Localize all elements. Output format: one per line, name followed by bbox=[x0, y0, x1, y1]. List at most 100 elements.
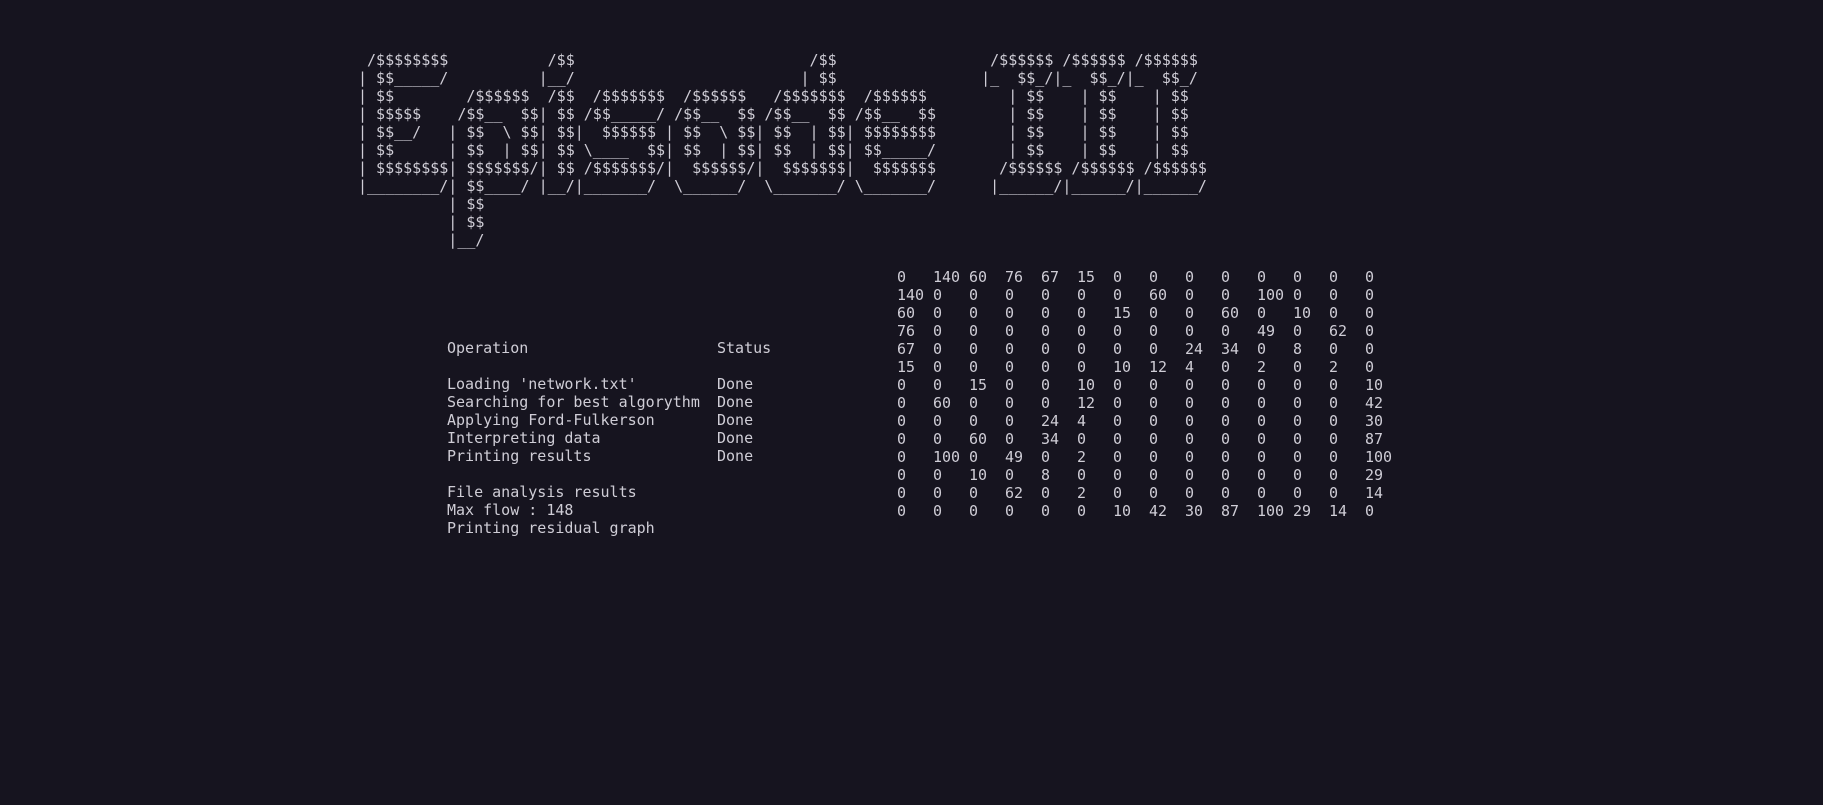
matrix-cell: 42 bbox=[1149, 502, 1168, 520]
matrix-cell: 0 bbox=[933, 376, 943, 394]
matrix-cell: 0 bbox=[1041, 448, 1051, 466]
matrix-cell: 49 bbox=[1257, 322, 1276, 340]
matrix-cell: 0 bbox=[1005, 286, 1015, 304]
matrix-cell: 0 bbox=[1077, 430, 1087, 448]
operation-name: Applying Ford-Fulkerson bbox=[447, 411, 655, 429]
operation-name: Printing results bbox=[447, 447, 592, 465]
matrix-cell: 0 bbox=[1005, 358, 1015, 376]
matrix-cell: 10 bbox=[1077, 376, 1096, 394]
matrix-cell: 62 bbox=[1005, 484, 1024, 502]
matrix-cell: 0 bbox=[1077, 502, 1087, 520]
matrix-cell: 0 bbox=[969, 394, 979, 412]
matrix-cell: 0 bbox=[1221, 286, 1231, 304]
operation-panel: Operation Status Loading 'network.txt' D… bbox=[447, 339, 837, 537]
matrix-cell: 0 bbox=[1185, 394, 1195, 412]
matrix-cell: 87 bbox=[1221, 502, 1240, 520]
matrix-cell: 0 bbox=[1041, 394, 1051, 412]
matrix-row: 60 0 0 0 0 0 15 0 0 60 0 10 0 0 bbox=[897, 304, 1401, 322]
matrix-cell: 0 bbox=[1329, 376, 1339, 394]
matrix-cell: 0 bbox=[1077, 340, 1087, 358]
matrix-cell: 0 bbox=[1113, 484, 1123, 502]
matrix-cell: 60 bbox=[1221, 304, 1240, 322]
matrix-cell: 0 bbox=[1005, 466, 1015, 484]
matrix-cell: 100 bbox=[1257, 286, 1285, 304]
matrix-cell: 0 bbox=[1149, 376, 1159, 394]
matrix-cell: 0 bbox=[969, 340, 979, 358]
matrix-cell: 0 bbox=[1221, 484, 1231, 502]
matrix-cell: 0 bbox=[1041, 484, 1051, 502]
matrix-cell: 0 bbox=[1185, 484, 1195, 502]
operation-name: Searching for best algorythm bbox=[447, 393, 700, 411]
matrix-cell: 0 bbox=[933, 340, 943, 358]
matrix-cell: 0 bbox=[1365, 286, 1375, 304]
matrix-cell: 0 bbox=[1041, 286, 1051, 304]
operation-name: Loading 'network.txt' bbox=[447, 375, 637, 393]
matrix-cell: 0 bbox=[933, 502, 943, 520]
matrix-cell: 0 bbox=[1077, 358, 1087, 376]
matrix-row: 0 0 10 0 8 0 0 0 0 0 0 0 0 29 bbox=[897, 466, 1401, 484]
matrix-cell: 0 bbox=[969, 484, 979, 502]
matrix-cell: 12 bbox=[1149, 358, 1168, 376]
matrix-cell: 0 bbox=[969, 358, 979, 376]
matrix-cell: 0 bbox=[1257, 340, 1267, 358]
matrix-cell: 0 bbox=[1293, 448, 1303, 466]
matrix-cell: 0 bbox=[1041, 322, 1051, 340]
matrix-cell: 8 bbox=[1041, 466, 1051, 484]
matrix-cell: 0 bbox=[897, 484, 907, 502]
matrix-cell: 0 bbox=[1329, 286, 1339, 304]
matrix-cell: 0 bbox=[1149, 304, 1159, 322]
matrix-cell: 0 bbox=[969, 412, 979, 430]
operation-table-header: Operation Status bbox=[447, 339, 837, 357]
matrix-cell: 0 bbox=[1329, 340, 1339, 358]
matrix-cell: 0 bbox=[1257, 376, 1267, 394]
matrix-cell: 0 bbox=[1329, 268, 1339, 286]
matrix-cell: 0 bbox=[1293, 430, 1303, 448]
matrix-cell: 0 bbox=[1221, 466, 1231, 484]
matrix-cell: 0 bbox=[1293, 376, 1303, 394]
matrix-cell: 15 bbox=[1113, 304, 1132, 322]
max-flow-result: Max flow : 148 bbox=[447, 501, 574, 519]
terminal-window[interactable]: /$$$$$$$$ /$$ /$$ /$$$$$$ /$$$$$$ /$$$$$… bbox=[0, 0, 1823, 805]
matrix-cell: 0 bbox=[1293, 322, 1303, 340]
matrix-cell: 0 bbox=[933, 466, 943, 484]
matrix-cell: 0 bbox=[969, 448, 979, 466]
matrix-cell: 0 bbox=[1221, 268, 1231, 286]
matrix-cell: 0 bbox=[933, 304, 943, 322]
matrix-cell: 0 bbox=[897, 376, 907, 394]
matrix-cell: 10 bbox=[1113, 502, 1132, 520]
matrix-cell: 0 bbox=[1005, 394, 1015, 412]
matrix-cell: 42 bbox=[1365, 394, 1384, 412]
matrix-cell: 0 bbox=[1041, 376, 1051, 394]
matrix-cell: 2 bbox=[1257, 358, 1267, 376]
matrix-cell: 0 bbox=[897, 268, 907, 286]
matrix-cell: 2 bbox=[1329, 358, 1339, 376]
matrix-cell: 0 bbox=[933, 484, 943, 502]
matrix-cell: 30 bbox=[1185, 502, 1204, 520]
matrix-cell: 14 bbox=[1329, 502, 1348, 520]
matrix-cell: 140 bbox=[897, 286, 925, 304]
matrix-cell: 0 bbox=[1185, 412, 1195, 430]
matrix-cell: 24 bbox=[1185, 340, 1204, 358]
matrix-cell: 10 bbox=[1365, 376, 1384, 394]
matrix-row: 15 0 0 0 0 0 10 12 4 0 2 0 2 0 bbox=[897, 358, 1401, 376]
residual-matrix: 0 140 60 76 67 15 0 0 0 0 0 0 0 0 140 0 0 0 0 0 0 60 0 0 100 0 0 0 6… bbox=[897, 268, 1401, 520]
matrix-row: 0 60 0 0 0 12 0 0 0 0 0 0 0 42 bbox=[897, 394, 1401, 412]
matrix-cell: 0 bbox=[1185, 286, 1195, 304]
matrix-cell: 0 bbox=[1257, 448, 1267, 466]
matrix-cell: 60 bbox=[1149, 286, 1168, 304]
matrix-cell: 4 bbox=[1077, 412, 1087, 430]
operation-row: Searching for best algorythm Done bbox=[447, 393, 837, 411]
ascii-banner: /$$$$$$$$ /$$ /$$ /$$$$$$ /$$$$$$ /$$$$$… bbox=[358, 51, 1207, 249]
matrix-cell: 0 bbox=[1293, 466, 1303, 484]
matrix-cell: 67 bbox=[1041, 268, 1060, 286]
matrix-cell: 0 bbox=[1113, 448, 1123, 466]
matrix-cell: 0 bbox=[1149, 448, 1159, 466]
matrix-cell: 0 bbox=[1005, 430, 1015, 448]
matrix-cell: 0 bbox=[1113, 340, 1123, 358]
operation-column-header: Operation bbox=[447, 339, 529, 357]
matrix-cell: 0 bbox=[1077, 466, 1087, 484]
matrix-cell: 0 bbox=[1185, 268, 1195, 286]
matrix-cell: 0 bbox=[1077, 286, 1087, 304]
matrix-cell: 0 bbox=[1041, 304, 1051, 322]
operation-row: Interpreting data Done bbox=[447, 429, 837, 447]
